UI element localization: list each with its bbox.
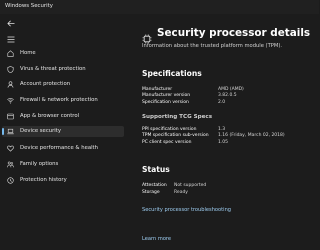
title-bar: Windows Security (0, 0, 319, 14)
sidebar-item-virus-threat-protection[interactable]: Virus & threat protection (2, 64, 124, 75)
sidebar-item-account-protection[interactable]: Account protection (2, 79, 124, 90)
sidebar-item-label: Account protection (20, 81, 71, 87)
home-icon (7, 50, 14, 57)
attestation-value: Not supported (174, 183, 207, 188)
selection-indicator (2, 128, 4, 135)
sidebar-item-label: Protection history (20, 177, 67, 183)
attestation-label: Attestation (142, 183, 167, 188)
page-subtitle: Information about the trusted platform m… (142, 43, 283, 49)
manufacturer-version-label: Manufacturer version (142, 93, 191, 98)
learn-more-link[interactable]: Learn more (142, 236, 171, 242)
sidebar-item-family-options[interactable]: Family options (2, 159, 124, 170)
ppi-spec-version-value: 1.3 (218, 127, 226, 132)
sidebar-item-device-security[interactable]: Device security (2, 126, 124, 137)
sidebar-item-label: Firewall & network protection (20, 97, 98, 103)
manufacturer-label: Manufacturer (142, 87, 173, 92)
status-heading: Status (142, 165, 170, 174)
storage-value: Ready (174, 190, 188, 195)
tpm-spec-sub-version-label: TPM specification sub-version (142, 133, 209, 138)
pc-client-spec-version-label: PC client spec version (142, 140, 192, 145)
page-title: Security processor details (157, 27, 311, 39)
sidebar-item-protection-history[interactable]: Protection history (2, 175, 124, 186)
manufacturer-version-value: 3.82.0.5 (218, 93, 237, 98)
laptop-icon (7, 128, 14, 135)
pc-client-spec-version-value: 1.05 (218, 140, 229, 145)
shield-icon (7, 66, 14, 73)
hamburger-menu-icon[interactable] (6, 35, 16, 43)
app-window-icon (7, 113, 14, 120)
troubleshooting-link[interactable]: Security processor troubleshooting (142, 207, 231, 213)
ppi-spec-version-label: PPI specification version (142, 127, 197, 132)
sidebar-item-home[interactable]: Home (2, 48, 124, 59)
storage-label: Storage (142, 190, 160, 195)
tpm-spec-sub-version-value: 1.16 (Friday, March 02, 2018) (218, 133, 285, 138)
manufacturer-value: AMD (AMD) (218, 87, 244, 92)
wifi-icon (7, 97, 14, 104)
sidebar-item-label: Virus & threat protection (20, 66, 86, 72)
tcg-specs-heading: Supporting TCG Specs (142, 114, 213, 120)
specification-version-value: 2.0 (218, 100, 226, 105)
family-icon (7, 161, 14, 168)
sidebar: Home Virus & threat protection Account p… (0, 14, 128, 250)
person-icon (7, 81, 14, 88)
sidebar-item-device-performance-health[interactable]: Device performance & health (2, 143, 124, 154)
sidebar-item-label: Device performance & health (20, 145, 98, 151)
sidebar-item-label: Home (20, 50, 36, 56)
specifications-heading: Specifications (142, 69, 202, 78)
heart-icon (7, 145, 14, 152)
sidebar-item-firewall-network-protection[interactable]: Firewall & network protection (2, 95, 124, 106)
sidebar-item-label: Family options (20, 161, 59, 167)
sidebar-item-label: App & browser control (20, 113, 80, 119)
back-arrow-icon[interactable] (6, 19, 16, 27)
sidebar-item-app-browser-control[interactable]: App & browser control (2, 111, 124, 122)
windows-security-window: Windows Security Home Virus & threat pro… (0, 0, 319, 250)
main-content: Security processor details Information a… (128, 14, 319, 250)
window-title: Windows Security (5, 3, 53, 9)
history-icon (7, 177, 14, 184)
sidebar-item-label: Device security (20, 128, 61, 134)
specification-version-label: Specification version (142, 100, 189, 105)
